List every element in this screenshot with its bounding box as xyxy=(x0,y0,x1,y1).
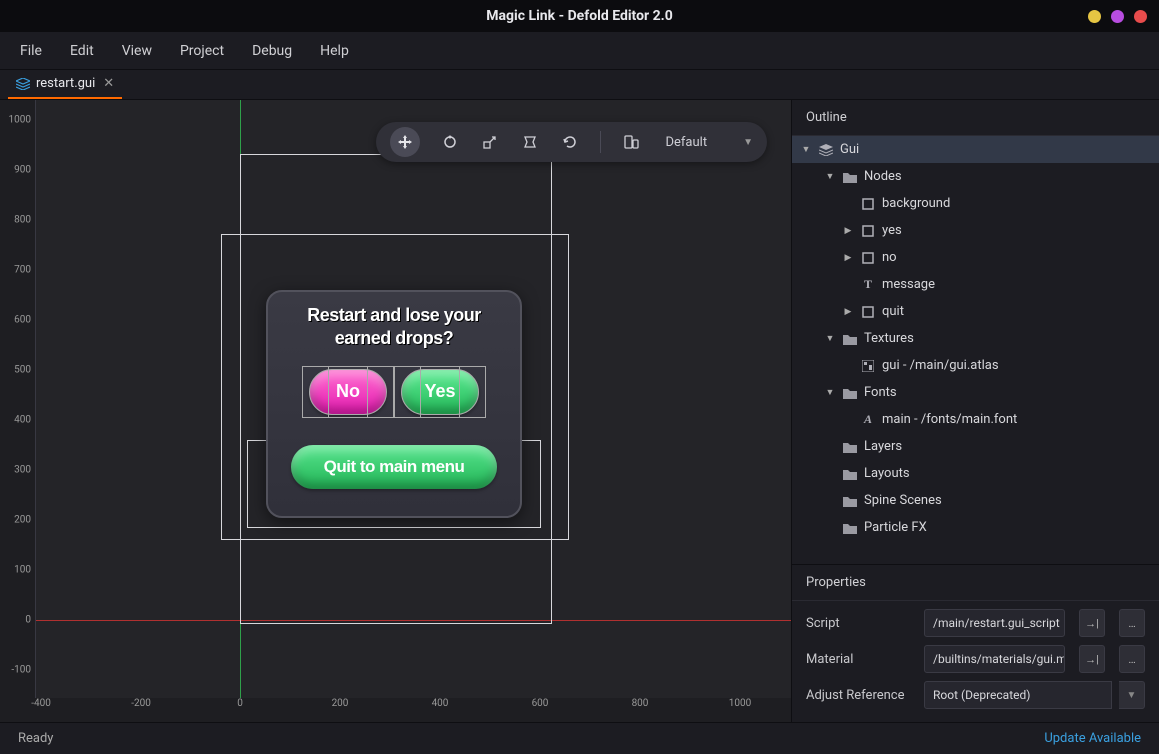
menu-help[interactable]: Help xyxy=(320,43,349,59)
folder-icon xyxy=(842,439,858,455)
outline-item-main-font[interactable]: ▶ A main - /fonts/main.font xyxy=(792,406,1159,433)
status-bar: Ready Update Available xyxy=(0,722,1159,754)
right-column: Outline ▼ Gui ▼ Nodes ▶ background ▶ yes xyxy=(791,100,1159,722)
browse-icon[interactable]: … xyxy=(1119,645,1145,673)
properties-header: Properties xyxy=(792,565,1159,601)
tab-bar: restart.gui ✕ xyxy=(0,70,1159,100)
tab-close-icon[interactable]: ✕ xyxy=(103,76,114,91)
tool-refresh-icon[interactable] xyxy=(560,132,580,152)
outline-tree[interactable]: ▼ Gui ▼ Nodes ▶ background ▶ yes ▶ xyxy=(792,136,1159,564)
folder-icon xyxy=(842,331,858,347)
menu-debug[interactable]: Debug xyxy=(252,43,292,59)
chevron-down-icon[interactable]: ▼ xyxy=(1119,681,1145,709)
scene-view[interactable]: 1000 900 800 700 600 500 400 300 200 100… xyxy=(0,100,791,722)
menu-edit[interactable]: Edit xyxy=(70,43,94,59)
outline-item-textures[interactable]: ▼ Textures xyxy=(792,325,1159,352)
outline-item-nodes[interactable]: ▼ Nodes xyxy=(792,163,1159,190)
dialog-message: Restart and lose your earned drops? xyxy=(280,304,508,351)
goto-icon[interactable]: →| xyxy=(1079,609,1105,637)
prop-material: Material /builtins/materials/gui.mate →|… xyxy=(806,641,1145,677)
prop-script: Script /main/restart.gui_script →| … xyxy=(806,605,1145,641)
update-available-link[interactable]: Update Available xyxy=(1044,731,1141,746)
atlas-icon xyxy=(860,358,876,374)
maximize-icon[interactable] xyxy=(1111,10,1124,23)
window-title: Magic Link - Defold Editor 2.0 xyxy=(486,8,672,24)
stack-icon xyxy=(16,78,30,90)
folder-icon xyxy=(842,466,858,482)
tab-label: restart.gui xyxy=(36,76,95,91)
outline-item-gui-atlas[interactable]: ▶ gui - /main/gui.atlas xyxy=(792,352,1159,379)
outline-item-gui[interactable]: ▼ Gui xyxy=(792,136,1159,163)
font-icon: A xyxy=(860,412,876,428)
menu-file[interactable]: File xyxy=(20,43,42,59)
outline-item-spine[interactable]: ▶ Spine Scenes xyxy=(792,487,1159,514)
outline-item-layouts[interactable]: ▶ Layouts xyxy=(792,460,1159,487)
no-button[interactable]: No xyxy=(309,369,387,415)
outline-item-no[interactable]: ▶ no xyxy=(792,244,1159,271)
outline-item-background[interactable]: ▶ background xyxy=(792,190,1159,217)
box-icon xyxy=(860,250,876,266)
tool-rotate-icon[interactable] xyxy=(440,132,460,152)
prop-adjust: Adjust Reference Root (Deprecated) ▼ xyxy=(806,677,1145,713)
window-controls xyxy=(1088,10,1147,23)
outline-item-message[interactable]: ▶ T message xyxy=(792,271,1159,298)
folder-icon xyxy=(842,169,858,185)
goto-icon[interactable]: →| xyxy=(1079,645,1105,673)
ruler-vertical: 1000 900 800 700 600 500 400 300 200 100… xyxy=(0,100,36,698)
script-input[interactable]: /main/restart.gui_script xyxy=(924,609,1065,637)
tool-device-icon[interactable] xyxy=(621,132,641,152)
box-icon xyxy=(860,196,876,212)
outline-item-yes[interactable]: ▶ yes xyxy=(792,217,1159,244)
folder-icon xyxy=(842,385,858,401)
outline-item-layers[interactable]: ▶ Layers xyxy=(792,433,1159,460)
scene-toolbar: Default ▼ xyxy=(376,122,767,162)
canvas[interactable]: Restart and lose your earned drops? No xyxy=(36,100,791,698)
minimize-icon[interactable] xyxy=(1088,10,1101,23)
outline-item-fonts[interactable]: ▼ Fonts xyxy=(792,379,1159,406)
toolbar-separator xyxy=(600,131,601,153)
folder-icon xyxy=(842,493,858,509)
title-bar: Magic Link - Defold Editor 2.0 xyxy=(0,0,1159,32)
outline-header: Outline xyxy=(792,100,1159,136)
dialog-button-row: No Yes xyxy=(280,369,508,415)
gui-dialog: Restart and lose your earned drops? No xyxy=(266,290,522,518)
menu-bar: File Edit View Project Debug Help xyxy=(0,32,1159,70)
ruler-horizontal: -400 -200 0 200 400 600 800 1000 xyxy=(0,698,791,718)
tab-restart-gui[interactable]: restart.gui ✕ xyxy=(8,71,122,99)
properties-panel: Properties Script /main/restart.gui_scri… xyxy=(792,564,1159,722)
menu-view[interactable]: View xyxy=(122,43,152,59)
tool-visibility-icon[interactable] xyxy=(520,132,540,152)
tool-move-icon[interactable] xyxy=(390,127,420,157)
adjust-select[interactable]: Root (Deprecated) xyxy=(924,681,1112,709)
layout-selector[interactable]: Default xyxy=(661,135,711,150)
stack-icon xyxy=(818,142,834,158)
browse-icon[interactable]: … xyxy=(1119,609,1145,637)
tool-scale-icon[interactable] xyxy=(480,132,500,152)
box-icon xyxy=(860,223,876,239)
outline-item-quit[interactable]: ▶ quit xyxy=(792,298,1159,325)
box-icon xyxy=(860,304,876,320)
yes-button[interactable]: Yes xyxy=(401,369,479,415)
text-icon: T xyxy=(860,277,876,293)
chevron-down-icon[interactable]: ▼ xyxy=(743,137,753,148)
material-input[interactable]: /builtins/materials/gui.mate xyxy=(924,645,1065,673)
status-ready: Ready xyxy=(18,731,53,746)
quit-button[interactable]: Quit to main menu xyxy=(291,445,497,489)
menu-project[interactable]: Project xyxy=(180,43,224,59)
outline-item-particle[interactable]: ▶ Particle FX xyxy=(792,514,1159,541)
folder-icon xyxy=(842,520,858,536)
close-icon[interactable] xyxy=(1134,10,1147,23)
